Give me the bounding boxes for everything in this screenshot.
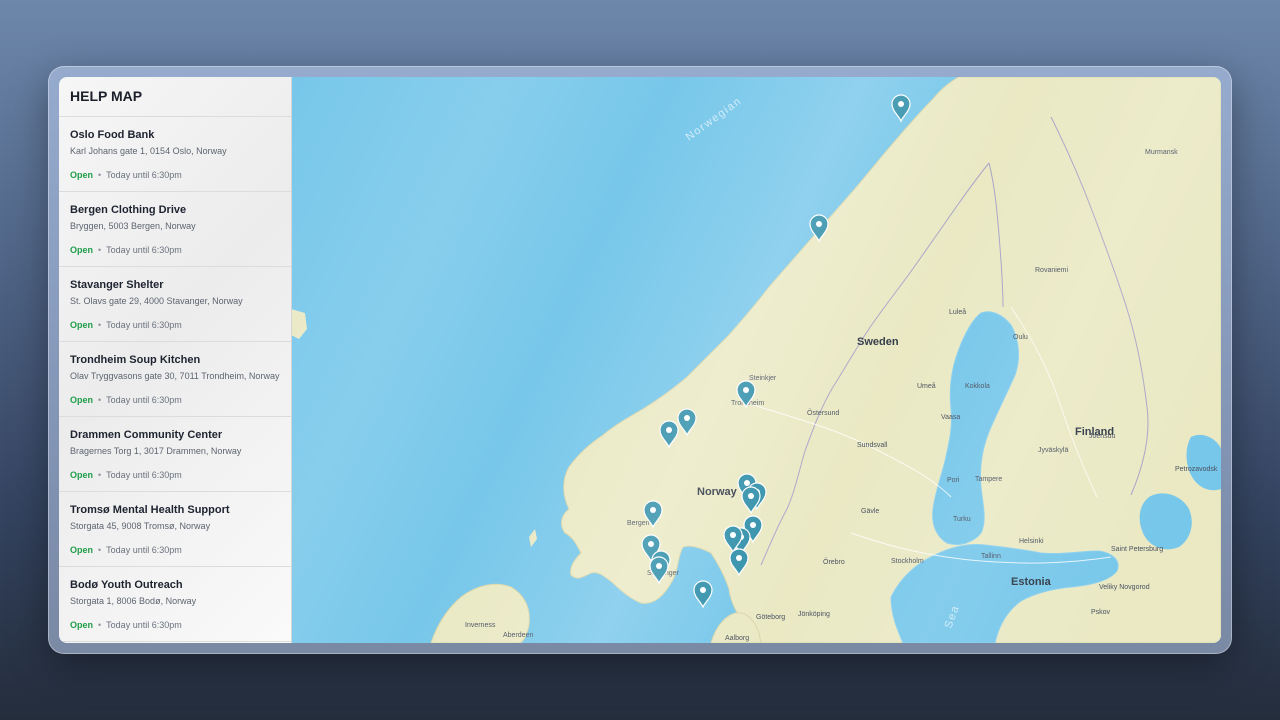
city-lulea: Luleå bbox=[949, 308, 966, 316]
city-sundsvall: Sundsvall bbox=[857, 442, 888, 449]
location-status: Open • Today until 6:30pm bbox=[70, 394, 280, 406]
map-view[interactable]: Sweden Norway Finland Estonia Norwegian … bbox=[291, 77, 1221, 643]
separator-dot: • bbox=[98, 320, 102, 330]
city-joensuu: Joensuu bbox=[1089, 433, 1116, 440]
location-status: Open • Today until 6:30pm bbox=[70, 619, 280, 631]
opening-hours: Today until 6:30pm bbox=[106, 320, 182, 330]
location-item[interactable]: Stavanger Shelter St. Olavs gate 29, 4000… bbox=[59, 267, 291, 342]
separator-dot: • bbox=[98, 470, 102, 480]
app-window: HELP MAP Oslo Food Bank Karl Johans gate … bbox=[59, 77, 1221, 643]
open-status: Open bbox=[70, 545, 94, 555]
open-status: Open bbox=[70, 395, 94, 405]
city-jyvaskyla: Jyväskylä bbox=[1038, 447, 1068, 454]
separator-dot: • bbox=[98, 620, 102, 630]
open-status: Open bbox=[70, 245, 94, 255]
city-jonkoping: Jönköping bbox=[798, 611, 830, 618]
label-sweden: Sweden bbox=[857, 336, 899, 348]
location-address: Storgata 1, 8006 Bodø, Norway bbox=[70, 596, 197, 606]
city-ostersund: Östersund bbox=[807, 409, 839, 417]
location-address: Bragernes Torg 1, 3017 Drammen, Norway bbox=[70, 446, 242, 456]
city-steinkjer: Steinkjer bbox=[749, 375, 777, 382]
city-stockholm: Stockholm bbox=[891, 558, 924, 565]
location-address: Karl Johans gate 1, 0154 Oslo, Norway bbox=[70, 146, 227, 156]
city-goteborg: Göteborg bbox=[756, 614, 785, 621]
city-tampere: Tampere bbox=[975, 476, 1002, 483]
location-item[interactable]: Oslo Food Bank Karl Johans gate 1, 0154 O… bbox=[59, 117, 291, 192]
open-status: Open bbox=[70, 170, 94, 180]
location-status: Open • Today until 6:30pm bbox=[70, 244, 280, 256]
location-address: St. Olavs gate 29, 4000 Stavanger, Norwa… bbox=[70, 296, 243, 306]
city-veliky-novgorod: Veliky Novgorod bbox=[1099, 584, 1150, 591]
city-saint-petersburg: Saint Petersburg bbox=[1111, 546, 1163, 553]
location-name: Drammen Community Center bbox=[70, 429, 223, 441]
open-status: Open bbox=[70, 320, 94, 330]
city-bergen: Bergen bbox=[627, 520, 650, 527]
opening-hours: Today until 6:30pm bbox=[106, 245, 182, 255]
location-name: Trondheim Soup Kitchen bbox=[70, 354, 201, 366]
location-list: Oslo Food Bank Karl Johans gate 1, 0154 O… bbox=[59, 117, 291, 642]
label-norway: Norway bbox=[697, 486, 738, 498]
city-tallinn: Tallinn bbox=[981, 553, 1001, 560]
location-name: Tromsø Mental Health Support bbox=[70, 504, 230, 516]
location-address: Storgata 45, 9008 Tromsø, Norway bbox=[70, 521, 211, 531]
city-umea: Umeå bbox=[917, 382, 936, 390]
location-item[interactable]: Drammen Community Center Bragernes Torg 1… bbox=[59, 417, 291, 492]
opening-hours: Today until 6:30pm bbox=[106, 545, 182, 555]
city-kokkola: Kokkola bbox=[965, 383, 990, 390]
city-rovaniemi: Rovaniemi bbox=[1035, 267, 1069, 274]
location-status: Open • Today until 6:30pm bbox=[70, 169, 280, 181]
location-name: Bodø Youth Outreach bbox=[70, 579, 183, 591]
location-item[interactable]: Bodø Youth Outreach Storgata 1, 8006 Bodø… bbox=[59, 567, 291, 642]
city-aberdeen: Aberdeen bbox=[503, 632, 533, 639]
location-status: Open • Today until 6:30pm bbox=[70, 544, 280, 556]
separator-dot: • bbox=[98, 170, 102, 180]
app-title: HELP MAP bbox=[59, 77, 291, 117]
opening-hours: Today until 6:30pm bbox=[106, 170, 182, 180]
open-status: Open bbox=[70, 620, 94, 630]
separator-dot: • bbox=[98, 395, 102, 405]
location-address: Bryggen, 5003 Bergen, Norway bbox=[70, 221, 196, 231]
city-aalborg: Aalborg bbox=[725, 635, 749, 642]
location-status: Open • Today until 6:30pm bbox=[70, 319, 280, 331]
city-pori: Pori bbox=[947, 477, 960, 484]
location-name: Oslo Food Bank bbox=[70, 129, 155, 141]
location-item[interactable]: Trondheim Soup Kitchen Olav Tryggvasons g… bbox=[59, 342, 291, 417]
city-oulu: Oulu bbox=[1013, 334, 1028, 341]
city-orebro: Örebro bbox=[823, 558, 845, 566]
separator-dot: • bbox=[98, 245, 102, 255]
city-petrozavodsk: Petrozavodsk bbox=[1175, 466, 1218, 473]
city-pskov: Pskov bbox=[1091, 609, 1111, 616]
city-vaasa: Vaasa bbox=[941, 414, 960, 421]
city-murmansk: Murmansk bbox=[1145, 149, 1178, 156]
city-helsinki: Helsinki bbox=[1019, 538, 1044, 545]
label-estonia: Estonia bbox=[1011, 576, 1052, 588]
separator-dot: • bbox=[98, 545, 102, 555]
city-inverness: Inverness bbox=[465, 622, 496, 629]
sidebar: HELP MAP Oslo Food Bank Karl Johans gate … bbox=[59, 77, 292, 643]
open-status: Open bbox=[70, 470, 94, 480]
location-item[interactable]: Tromsø Mental Health Support Storgata 45,… bbox=[59, 492, 291, 567]
location-status: Open • Today until 6:30pm bbox=[70, 469, 280, 481]
opening-hours: Today until 6:30pm bbox=[106, 470, 182, 480]
opening-hours: Today until 6:30pm bbox=[106, 395, 182, 405]
location-address: Olav Tryggvasons gate 30, 7011 Trondheim… bbox=[70, 371, 280, 381]
city-gavle: Gävle bbox=[861, 508, 879, 515]
map-canvas[interactable]: Sweden Norway Finland Estonia Norwegian … bbox=[291, 77, 1221, 643]
location-item[interactable]: Bergen Clothing Drive Bryggen, 5003 Berge… bbox=[59, 192, 291, 267]
city-turku: Turku bbox=[953, 516, 971, 523]
opening-hours: Today until 6:30pm bbox=[106, 620, 182, 630]
location-name: Stavanger Shelter bbox=[70, 279, 164, 291]
location-name: Bergen Clothing Drive bbox=[70, 204, 187, 216]
